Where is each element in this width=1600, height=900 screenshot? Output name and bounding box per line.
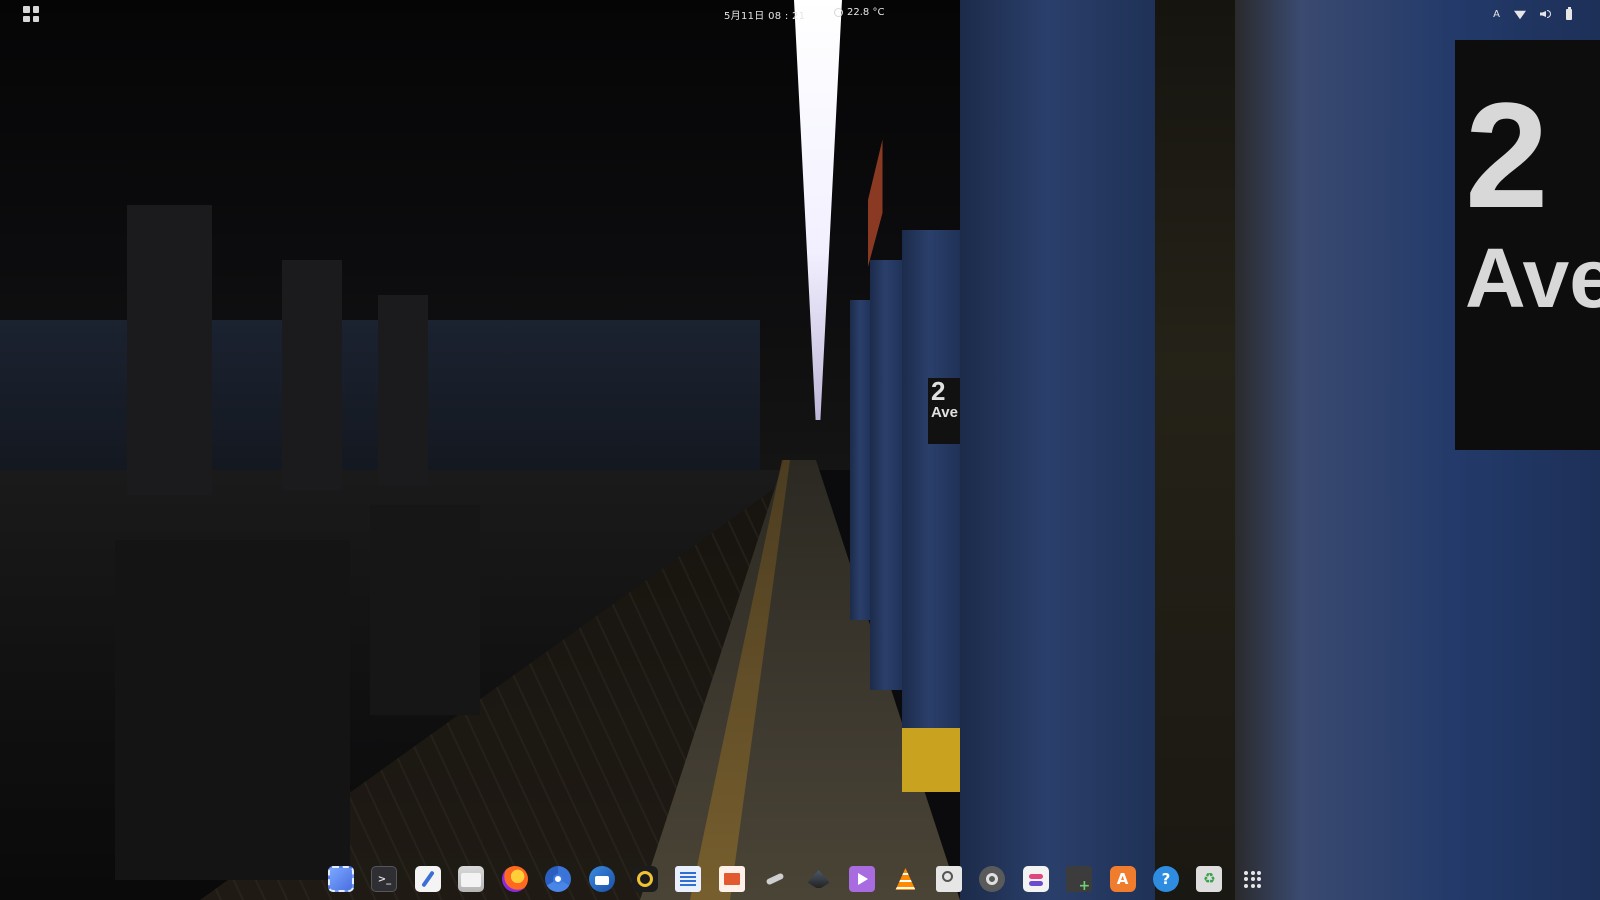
- activities-grid-icon[interactable]: [23, 6, 39, 22]
- wallpaper-station-sign-text: 2 Ave: [1465, 80, 1600, 320]
- dock-item-terminal[interactable]: >_: [371, 866, 398, 892]
- wallpaper-column: [370, 505, 480, 715]
- show-apps-grid-icon[interactable]: [1240, 866, 1266, 892]
- sign-small-number: 2: [931, 376, 946, 406]
- dock-item-trash[interactable]: [1196, 866, 1223, 892]
- dock-item-thunderbird[interactable]: [588, 866, 615, 892]
- dock-item-files[interactable]: [458, 866, 485, 892]
- wallpaper-station-sign-small: 2 Ave: [928, 376, 962, 444]
- wallpaper-column: [115, 540, 350, 880]
- dock-item-inkscape[interactable]: [806, 866, 832, 892]
- weather-icon: [834, 8, 843, 17]
- sign-text: Ave: [1465, 231, 1600, 325]
- battery-icon[interactable]: [1566, 6, 1572, 22]
- wallpaper-pillar: [902, 230, 962, 790]
- dock-item-help[interactable]: ?: [1153, 866, 1180, 892]
- wallpaper-column: [127, 205, 212, 495]
- wifi-icon[interactable]: [1514, 6, 1526, 22]
- volume-icon[interactable]: [1540, 6, 1552, 22]
- wallpaper-pillar-base: [902, 728, 962, 792]
- dock-item-firefox[interactable]: [501, 866, 528, 892]
- dock-item-libreoffice-impress[interactable]: [718, 866, 745, 892]
- sign-number: 2: [1465, 71, 1549, 239]
- dock-item-text-editor[interactable]: [414, 866, 441, 892]
- dock-item-chromium[interactable]: [545, 866, 572, 892]
- dock-item-settings[interactable]: [979, 866, 1006, 892]
- clock[interactable]: 5月11日 08 : 21: [724, 7, 805, 22]
- dock-item-passwords-keys[interactable]: [762, 866, 788, 892]
- dock-item-video-player[interactable]: [849, 866, 876, 892]
- input-method-indicator[interactable]: A: [1493, 6, 1500, 22]
- dock-item-tweaks[interactable]: [1022, 866, 1049, 892]
- dock-item-vlc[interactable]: [892, 866, 918, 892]
- top-bar: 5月11日 08 : 21 22.8 °C A: [0, 0, 1600, 27]
- dock: >_ A ?: [328, 862, 1266, 896]
- system-tray: A: [1493, 5, 1572, 23]
- dock-item-image-viewer[interactable]: [935, 866, 962, 892]
- dock-item-rhythmbox[interactable]: [631, 866, 658, 892]
- sign-small-text: Ave: [931, 404, 958, 422]
- wallpaper-column: [378, 295, 428, 485]
- wallpaper-column: [282, 260, 342, 490]
- dock-item-screenshot[interactable]: [328, 866, 354, 892]
- wallpaper-pillar-front: [960, 0, 1155, 900]
- weather-indicator[interactable]: 22.8 °C: [834, 7, 884, 18]
- weather-temperature: 22.8 °C: [847, 7, 885, 18]
- dock-item-software-store[interactable]: A: [1109, 866, 1136, 892]
- dock-item-libreoffice-writer[interactable]: [675, 866, 702, 892]
- desktop-wallpaper: 2 Ave 2 Ave: [0, 0, 1600, 900]
- wallpaper-pillar: [870, 260, 904, 690]
- wallpaper-pillar: [850, 300, 872, 620]
- dock-item-extension-addon[interactable]: [1066, 866, 1093, 894]
